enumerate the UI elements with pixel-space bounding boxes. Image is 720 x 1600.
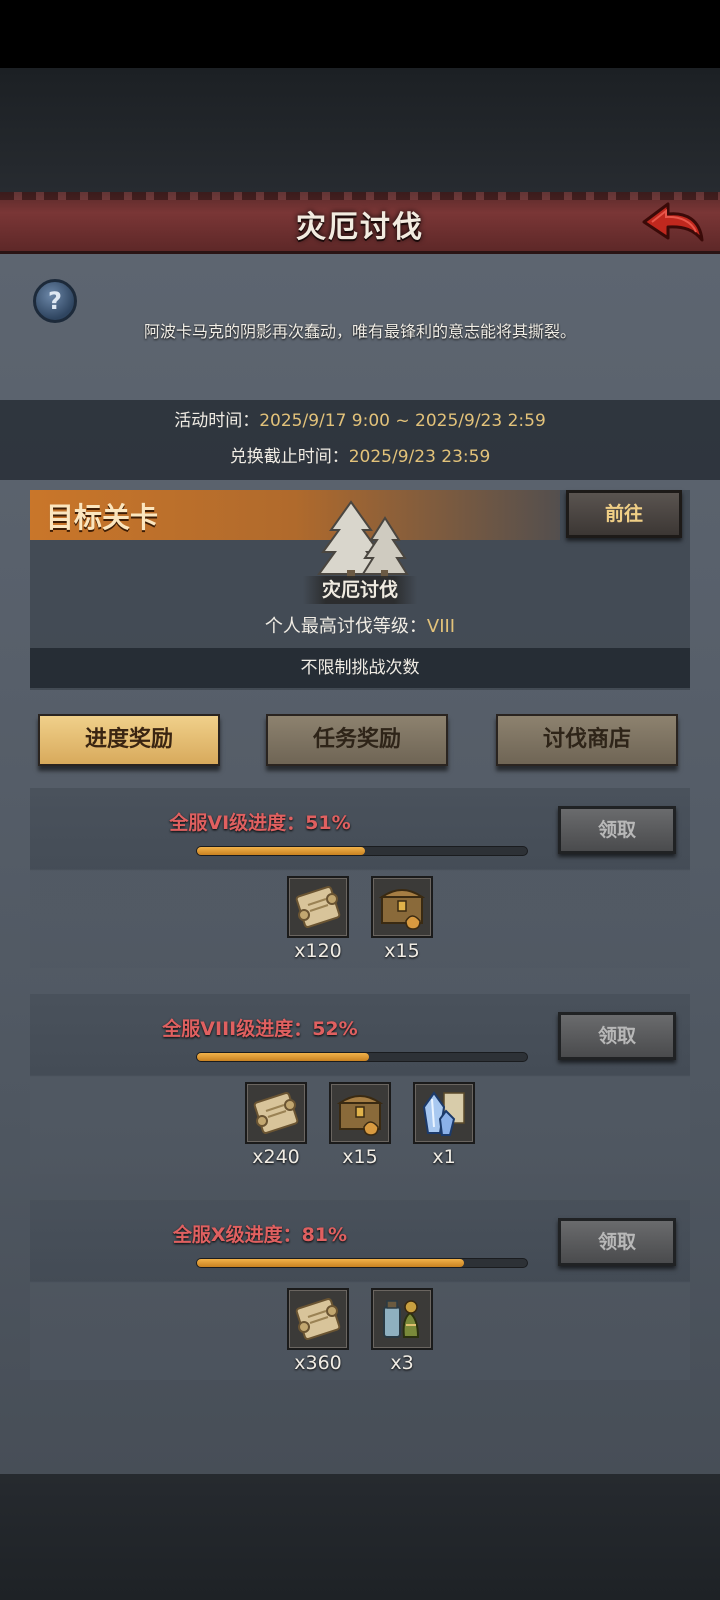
back-arrow-icon[interactable]	[640, 200, 706, 246]
reward-item[interactable]: x240	[245, 1082, 307, 1168]
reward-item-quantity: x15	[384, 940, 420, 962]
claim-button[interactable]: 领取	[558, 1218, 676, 1266]
best-level-value: VIII	[426, 616, 456, 637]
reward-item[interactable]: x120	[287, 876, 349, 962]
progress-bar-fill	[197, 1259, 465, 1267]
time-info-band: 活动时间：2025/9/17 9:00 ~ 2025/9/23 2:59 兑换截…	[0, 400, 720, 480]
reward-items-row: x360 x3	[30, 1288, 690, 1374]
progress-bar	[196, 1258, 528, 1268]
tab-hunt-shop[interactable]: 讨伐商店	[496, 714, 678, 766]
goto-button[interactable]: 前往	[566, 490, 682, 538]
reward-item-quantity: x360	[294, 1352, 342, 1374]
reward-item-quantity: x1	[432, 1146, 456, 1168]
best-level-row: 个人最高讨伐等级：VIII	[0, 612, 720, 638]
event-time-label: 活动时间：	[174, 411, 260, 431]
progress-bar	[196, 1052, 528, 1062]
best-level-label: 个人最高讨伐等级：	[264, 616, 427, 637]
potion-icon	[371, 1288, 433, 1350]
event-description: 阿波卡马克的阴影再次蠢动，唯有最锋利的意志能将其撕裂。	[143, 322, 576, 341]
reward-item-quantity: x120	[294, 940, 342, 962]
exchange-deadline-value: 2025/9/23 23:59	[348, 447, 491, 467]
reward-item-quantity: x15	[342, 1146, 378, 1168]
unlimited-attempts-text: 不限制挑战次数	[30, 648, 690, 688]
page-title: 灾厄讨伐	[296, 210, 424, 245]
top-backdrop	[0, 68, 720, 192]
treasure-chest-icon	[371, 876, 433, 938]
tab-progress-rewards[interactable]: 进度奖励	[38, 714, 220, 766]
claim-button[interactable]: 领取	[558, 1012, 676, 1060]
reward-item[interactable]: x15	[371, 876, 433, 962]
crystal-icon	[413, 1082, 475, 1144]
scroll-icon	[287, 876, 349, 938]
progress-label: 全服VIII级进度：52%	[162, 1018, 358, 1040]
reward-item[interactable]: x15	[329, 1082, 391, 1168]
progress-label: 全服X级进度：81%	[172, 1224, 348, 1246]
tab-task-rewards[interactable]: 任务奖励	[266, 714, 448, 766]
progress-bar-fill	[197, 1053, 369, 1061]
help-icon[interactable]: ?	[33, 279, 77, 323]
treasure-chest-icon	[329, 1082, 391, 1144]
stage-name: 灾厄讨伐	[303, 576, 417, 604]
reward-item[interactable]: x360	[287, 1288, 349, 1374]
claim-button[interactable]: 领取	[558, 806, 676, 854]
reward-card: 全服VI级进度：51% 领取 x120 x15	[30, 788, 690, 968]
reward-item[interactable]: x1	[413, 1082, 475, 1168]
reward-card: 全服VIII级进度：52% 领取 x240 x15 x1	[30, 994, 690, 1174]
event-time-row: 活动时间：2025/9/17 9:00 ~ 2025/9/23 2:59	[0, 406, 720, 431]
bottom-backdrop	[0, 1474, 720, 1600]
title-bar: 灾厄讨伐	[0, 192, 720, 254]
reward-item[interactable]: x3	[371, 1288, 433, 1374]
event-time-value: 2025/9/17 9:00 ~ 2025/9/23 2:59	[259, 411, 546, 431]
status-bar	[0, 0, 720, 68]
snowy-trees-icon[interactable]	[305, 500, 415, 580]
progress-bar	[196, 846, 528, 856]
exchange-deadline-row: 兑换截止时间：2025/9/23 23:59	[0, 442, 720, 467]
reward-items-row: x240 x15 x1	[30, 1082, 690, 1168]
exchange-deadline-label: 兑换截止时间：	[229, 447, 349, 467]
reward-card: 全服X级进度：81% 领取 x360 x3	[30, 1200, 690, 1380]
target-title: 目标关卡	[46, 501, 159, 534]
reward-items-row: x120 x15	[30, 876, 690, 962]
progress-bar-fill	[197, 847, 366, 855]
progress-label: 全服VI级进度：51%	[169, 812, 351, 834]
scroll-icon	[245, 1082, 307, 1144]
reward-item-quantity: x240	[252, 1146, 300, 1168]
reward-item-quantity: x3	[390, 1352, 414, 1374]
scroll-icon	[287, 1288, 349, 1350]
